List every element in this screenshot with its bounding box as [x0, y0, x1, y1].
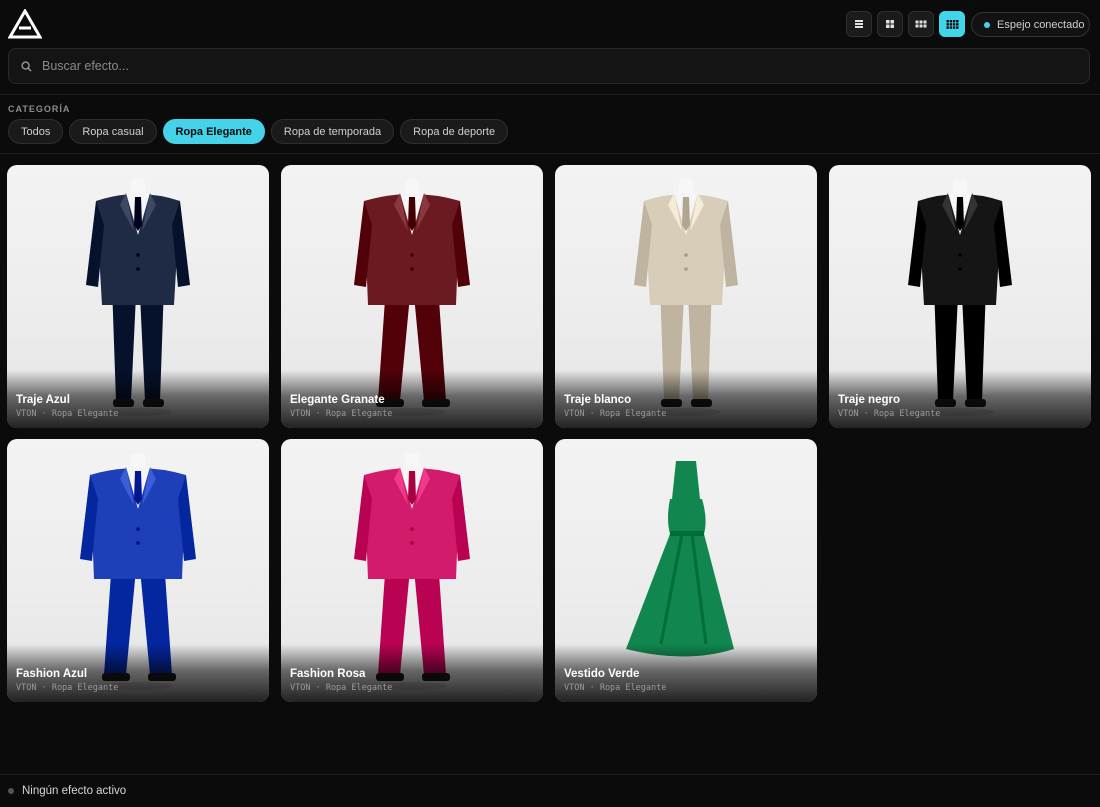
effect-title: Traje Azul: [16, 394, 70, 406]
grid-2-view-button[interactable]: [877, 11, 903, 37]
status-bar: Ningún efecto activo: [0, 774, 1100, 807]
mirror-status-badge[interactable]: Espejo conectado: [971, 12, 1090, 37]
effect-meta: VTON · Ropa Elegante: [564, 409, 667, 419]
effect-title: Traje negro: [838, 394, 900, 406]
effect-title: Fashion Azul: [16, 668, 88, 680]
category-chip-ropa-de-temporada[interactable]: Ropa de temporada: [270, 119, 395, 144]
status-dot-icon: [984, 21, 990, 28]
effect-meta: VTON · Ropa Elegante: [16, 683, 119, 693]
top-bar: Espejo conectado: [0, 0, 1100, 48]
inactive-dot-icon: [8, 788, 14, 794]
category-chip-ropa-elegante[interactable]: Ropa Elegante: [162, 119, 265, 144]
effects-grid: Traje Azul VTON · Ropa Elegante Elegante…: [7, 165, 1091, 702]
grid-2-icon: [886, 20, 894, 28]
search-input[interactable]: [42, 59, 1042, 73]
effect-card[interactable]: Traje negro VTON · Ropa Elegante: [829, 165, 1091, 428]
category-label: CATEGORÍA: [8, 104, 71, 114]
category-chip-ropa-casual[interactable]: Ropa casual: [69, 119, 157, 144]
effect-card[interactable]: Fashion Rosa VTON · Ropa Elegante: [281, 439, 543, 702]
effect-card[interactable]: Elegante Granate VTON · Ropa Elegante: [281, 165, 543, 428]
triangle-logo-icon[interactable]: [8, 9, 42, 39]
grid-4-icon: [946, 20, 958, 29]
effect-title: Vestido Verde: [564, 668, 640, 680]
effect-meta: VTON · Ropa Elegante: [16, 409, 119, 419]
category-chip-ropa-de-deporte[interactable]: Ropa de deporte: [400, 119, 509, 144]
list-view-button[interactable]: [846, 11, 872, 37]
search-bar[interactable]: [8, 48, 1090, 84]
search-icon: [21, 60, 32, 72]
grid-3-icon: [915, 20, 927, 28]
effect-meta: VTON · Ropa Elegante: [838, 409, 941, 419]
mirror-status-label: Espejo conectado: [997, 18, 1085, 31]
divider: [0, 94, 1100, 95]
effect-title: Elegante Granate: [290, 394, 385, 406]
effect-meta: VTON · Ropa Elegante: [290, 409, 393, 419]
category-filter: Todos Ropa casual Ropa Elegante Ropa de …: [8, 119, 509, 144]
grid-4-view-button[interactable]: [939, 11, 965, 37]
effect-meta: VTON · Ropa Elegante: [564, 683, 667, 693]
effect-card[interactable]: Vestido Verde VTON · Ropa Elegante: [555, 439, 817, 702]
effect-card[interactable]: Traje Azul VTON · Ropa Elegante: [7, 165, 269, 428]
effect-card[interactable]: Fashion Azul VTON · Ropa Elegante: [7, 439, 269, 702]
list-view-icon: [855, 20, 863, 28]
view-mode-toolbar: [846, 11, 965, 37]
effect-title: Traje blanco: [564, 394, 632, 406]
active-effect-status: Ningún efecto activo: [22, 785, 127, 797]
grid-3-view-button[interactable]: [908, 11, 934, 37]
divider: [0, 153, 1100, 154]
effect-title: Fashion Rosa: [290, 668, 366, 680]
effect-card[interactable]: Traje blanco VTON · Ropa Elegante: [555, 165, 817, 428]
effect-meta: VTON · Ropa Elegante: [290, 683, 393, 693]
category-chip-todos[interactable]: Todos: [8, 119, 64, 144]
